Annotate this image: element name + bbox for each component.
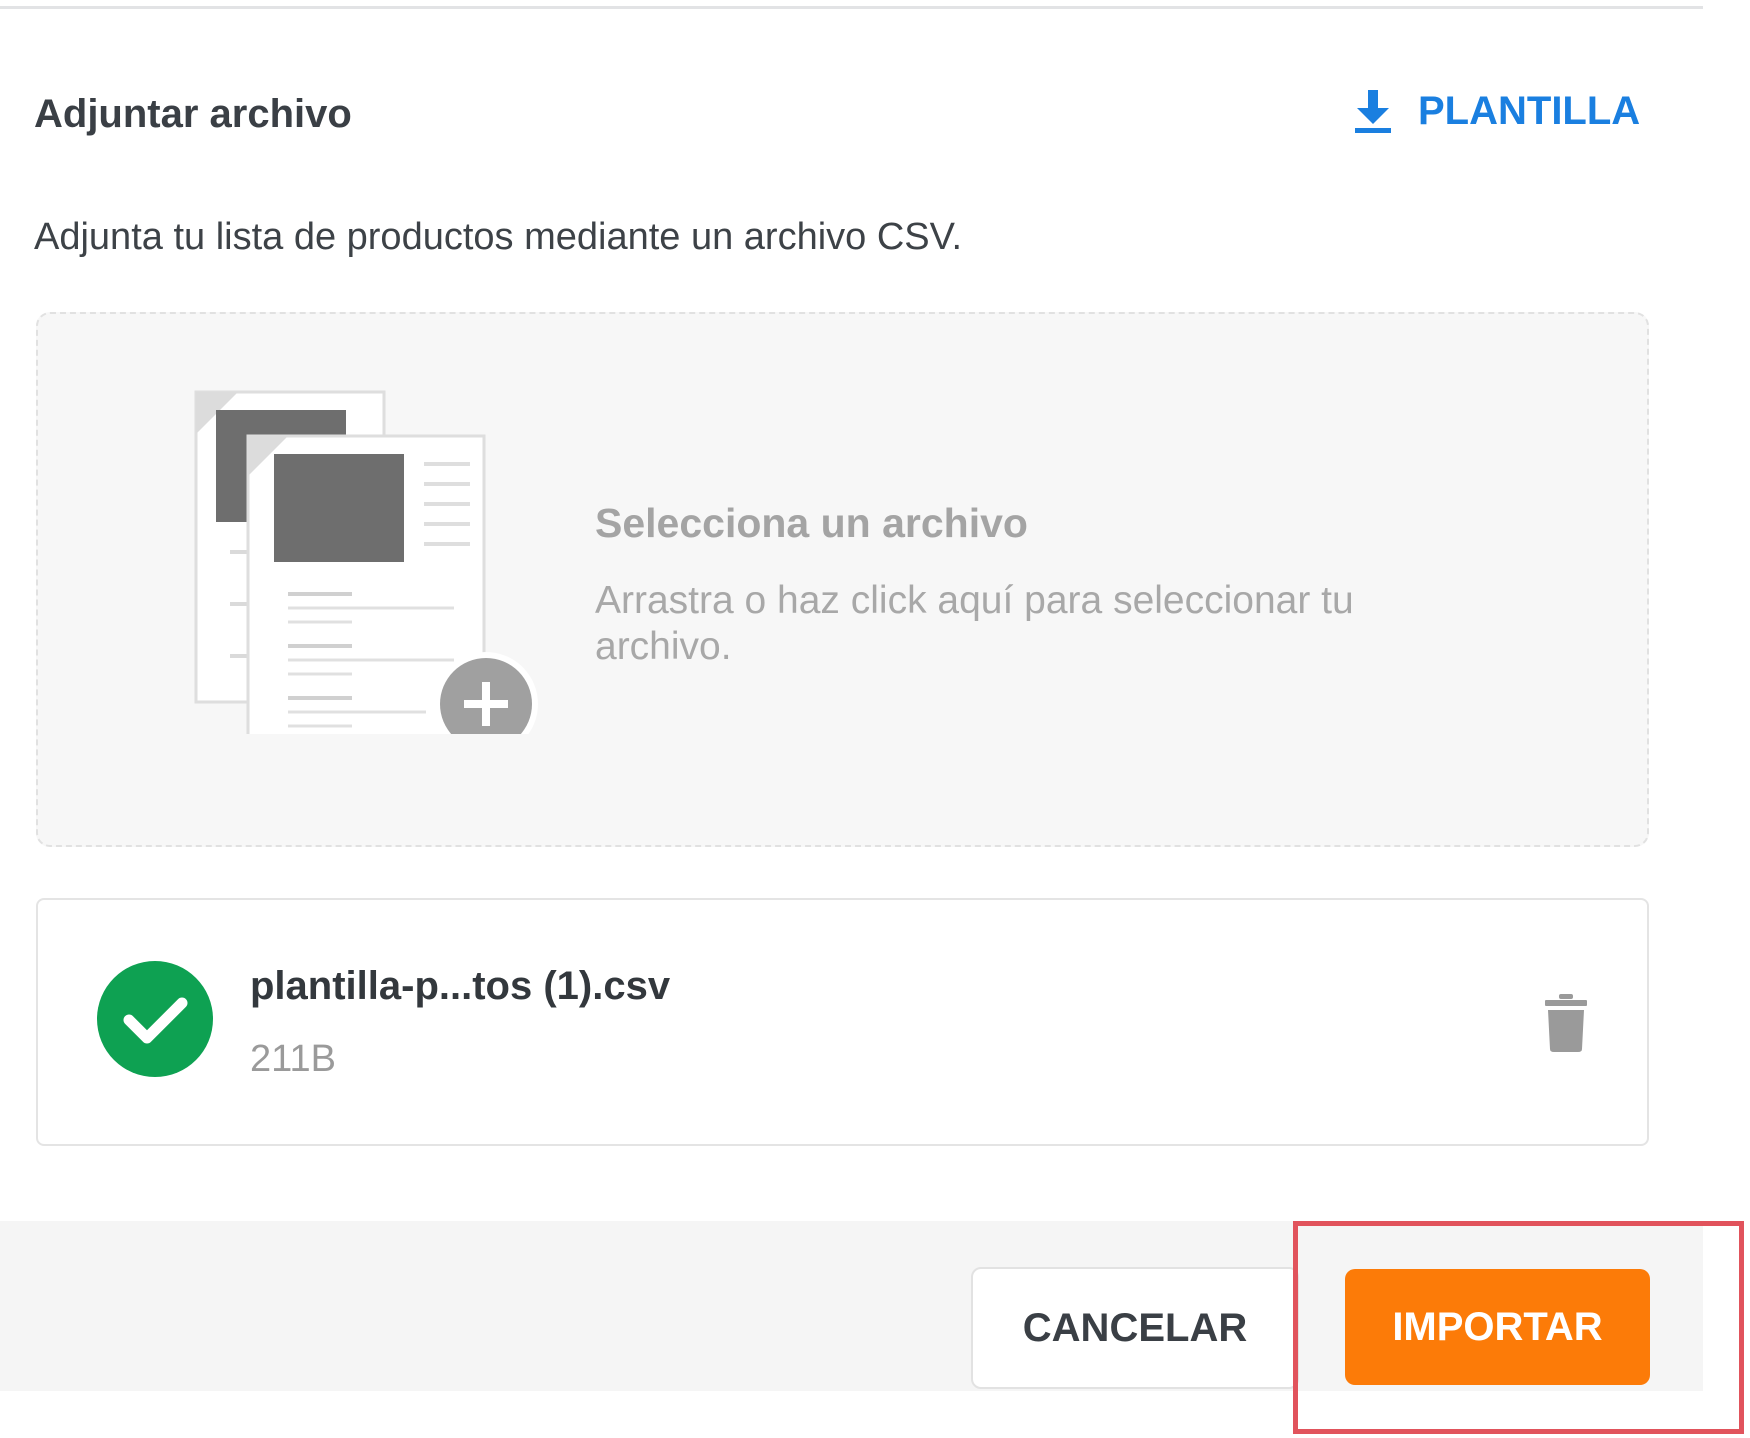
- check-circle-icon: [97, 961, 213, 1077]
- dialog-footer: CANCELAR IMPORTAR: [0, 1221, 1703, 1391]
- uploaded-file-card: plantilla-p...tos (1).csv 211B: [36, 898, 1649, 1146]
- instructions-text: Adjunta tu lista de productos mediante u…: [34, 216, 963, 258]
- file-name: plantilla-p...tos (1).csv: [250, 964, 671, 1008]
- dropzone-hint: Arrastra o haz click aquí para seleccion…: [595, 579, 1354, 668]
- download-template-label: PLANTILLA: [1418, 88, 1641, 133]
- cancel-button[interactable]: CANCELAR: [971, 1267, 1299, 1389]
- dropzone-title: Selecciona un archivo: [595, 500, 1028, 546]
- download-icon: [1352, 88, 1394, 134]
- import-button[interactable]: IMPORTAR: [1345, 1269, 1650, 1385]
- file-dropzone[interactable]: Selecciona un archivo Arrastra o haz cli…: [36, 312, 1649, 847]
- file-size: 211B: [250, 1038, 336, 1080]
- documents-add-icon: [194, 390, 538, 734]
- section-title: Adjuntar archivo: [34, 92, 352, 136]
- top-divider: [0, 6, 1703, 9]
- trash-icon[interactable]: [1542, 994, 1590, 1052]
- download-template-link[interactable]: PLANTILLA: [1352, 88, 1640, 134]
- import-file-dialog: Adjuntar archivo PLANTILLA Adjunta tu li…: [0, 0, 1750, 1438]
